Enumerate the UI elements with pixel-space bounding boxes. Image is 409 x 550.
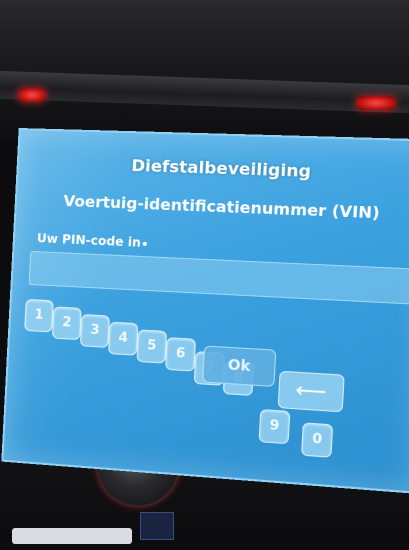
pin-input[interactable] [28, 250, 409, 305]
key-5[interactable]: 5 [136, 329, 168, 364]
key-3[interactable]: 3 [79, 313, 111, 348]
hardware-button[interactable] [140, 512, 174, 540]
key-6[interactable]: 6 [165, 337, 197, 372]
key-4[interactable]: 4 [107, 321, 139, 356]
key-9[interactable]: 9 [258, 408, 291, 445]
key-2[interactable]: 2 [51, 306, 82, 341]
page-title: Diefstalbeveiliging [130, 155, 312, 182]
cursor-dot-icon [142, 241, 147, 246]
status-led-left-icon [18, 88, 46, 102]
head-unit-screen: Diefstalbeveiliging Voertuig-identificat… [1, 128, 409, 494]
page-subtitle: Voertuig-identificatienummer (VIN) [63, 191, 381, 223]
taskbar-fragment [12, 528, 132, 544]
backspace-button[interactable]: ⟵ [277, 370, 345, 413]
ok-button[interactable]: Ok [202, 345, 277, 388]
dashboard-top [0, 0, 409, 140]
backspace-arrow-icon: ⟵ [294, 376, 328, 404]
key-1[interactable]: 1 [24, 298, 54, 333]
status-led-right-icon [356, 96, 396, 110]
key-0[interactable]: 0 [300, 422, 334, 458]
pin-label: Uw PIN-code in [36, 231, 142, 250]
